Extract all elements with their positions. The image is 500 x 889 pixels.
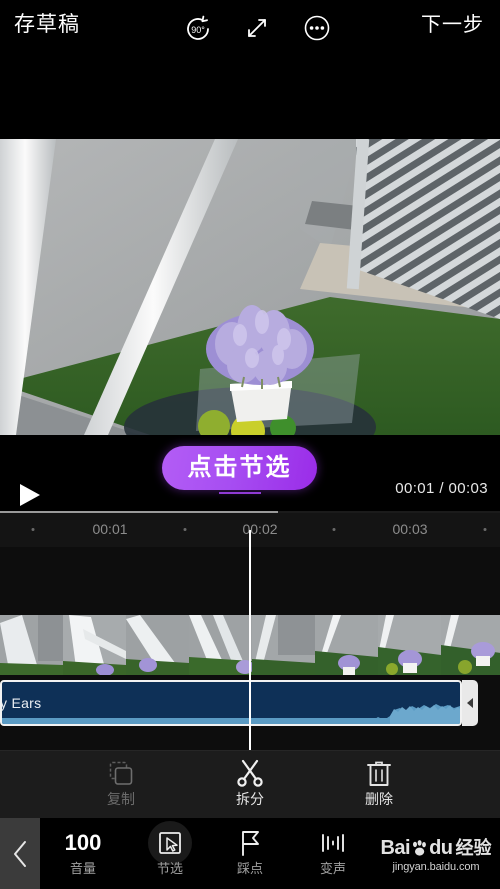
volume-number: 100 — [64, 830, 102, 855]
save-draft-button[interactable]: 存草稿 — [14, 14, 80, 35]
copy-icon — [108, 759, 134, 787]
filmstrip-frame[interactable] — [0, 615, 63, 675]
flag-icon — [238, 830, 262, 856]
filmstrip-frame[interactable] — [315, 615, 378, 675]
expand-icon[interactable] — [242, 13, 274, 45]
volume-label: 音量 — [69, 861, 96, 876]
watermark-brand-row: Bai du 经验 — [380, 838, 492, 858]
copy-label: 复制 — [107, 791, 135, 807]
filmstrip-frame[interactable] — [189, 615, 252, 675]
split-button[interactable]: 拆分 — [205, 759, 295, 806]
player-control-bar: 点击节选 00:01 / 00:03 — [0, 435, 500, 511]
next-step-button[interactable]: 下一步 — [421, 15, 484, 35]
paw-print-icon — [413, 839, 426, 856]
rotate-90-icon[interactable]: 90° — [182, 13, 214, 45]
voice-change-label: 变声 — [319, 861, 346, 876]
ruler-tick-dot — [332, 528, 336, 531]
top-bar: 存草稿 90° 下一步 — [0, 0, 500, 62]
ruler-label-2: 00:02 — [242, 521, 278, 537]
ruler-label-3: 00:03 — [392, 521, 428, 537]
clip-pill-button[interactable]: 点击节选 — [162, 446, 317, 490]
clip-label: 节选 — [156, 861, 183, 876]
audio-clip[interactable]: My Ears — [0, 680, 462, 726]
time-readout: 00:01 / 00:03 — [395, 480, 488, 497]
play-icon[interactable] — [18, 482, 42, 508]
ruler-tick-dot — [183, 528, 187, 531]
beat-label: 踩点 — [236, 861, 263, 876]
copy-button: 复制 — [76, 759, 166, 806]
timeline-area[interactable]: My Ears — [0, 530, 500, 750]
back-button[interactable] — [0, 818, 40, 889]
watermark-url: jingyan.baidu.com — [392, 861, 480, 873]
baidu-jingyan-watermark: Bai du 经验 jingyan.baidu.com — [380, 838, 492, 873]
filmstrip-frame[interactable] — [126, 615, 189, 675]
ruler-label-1: 00:01 — [92, 521, 128, 537]
watermark-cn: 经验 — [455, 838, 492, 858]
filmstrip-frame[interactable] — [441, 615, 500, 675]
delete-label: 删除 — [365, 791, 393, 807]
filmstrip-frame[interactable] — [252, 615, 315, 675]
clip-pill-label: 点击节选 — [187, 454, 292, 481]
equalizer-icon — [320, 830, 346, 856]
toolbar-item-volume[interactable]: 100 音量 — [40, 830, 126, 876]
clip-pill-underline — [219, 492, 261, 494]
filmstrip-frame[interactable] — [63, 615, 126, 675]
clip-action-row: 复制 拆分 删除 — [0, 750, 500, 818]
select-cursor-icon — [148, 821, 192, 865]
preview-frame-image — [0, 139, 500, 435]
volume-value: 100 — [65, 830, 102, 856]
more-options-icon[interactable] — [302, 13, 334, 45]
chevron-left-icon — [14, 840, 26, 867]
ruler-tick-dot — [483, 528, 487, 531]
bottom-toolbar: 100 音量 节选 踩点 变声 Bai du 经验 jingyan.baidu.… — [0, 818, 500, 889]
split-label: 拆分 — [236, 791, 264, 807]
toolbar-item-clip[interactable]: 节选 — [127, 821, 213, 876]
watermark-du: du — [429, 837, 453, 859]
toolbar-item-voice-change[interactable]: 变声 — [290, 830, 376, 875]
top-bar-icon-group: 90° — [182, 13, 334, 45]
svg-text:90°: 90° — [191, 25, 205, 35]
scissors-icon — [236, 759, 264, 787]
video-preview[interactable] — [0, 139, 500, 435]
audio-right-trim-handle[interactable] — [462, 680, 478, 726]
delete-button[interactable]: 删除 — [334, 759, 424, 806]
playhead-indicator[interactable] — [249, 530, 251, 750]
filmstrip-frame[interactable] — [378, 615, 441, 675]
toolbar-item-beat[interactable]: 踩点 — [207, 830, 293, 875]
ruler-tick-dot — [31, 528, 35, 531]
trim-arrow-icon — [467, 698, 473, 708]
watermark-bai: Bai — [380, 837, 411, 859]
trash-icon — [366, 759, 392, 787]
audio-waveform — [2, 698, 460, 724]
